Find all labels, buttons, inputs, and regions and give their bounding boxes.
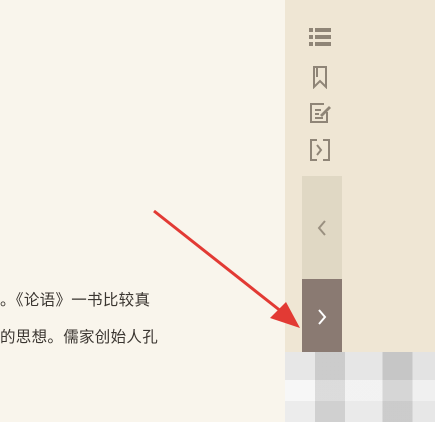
edit-note-icon[interactable] <box>308 101 332 125</box>
blurred-region <box>285 352 435 422</box>
list-icon[interactable] <box>308 25 332 49</box>
fit-width-icon[interactable] <box>308 138 332 162</box>
text-line: 。《论语》一书比较真 <box>0 291 151 309</box>
text-line: 的思想。儒家创始人孔 <box>0 328 159 346</box>
chevron-right-icon <box>318 309 327 325</box>
next-page-button[interactable] <box>302 279 342 355</box>
bookmark-icon[interactable] <box>308 65 332 89</box>
previous-page-button[interactable] <box>302 176 342 279</box>
chevron-left-icon <box>317 219 326 236</box>
reading-pane: 。《论语》一书比较真 的思想。儒家创始人孔 <box>0 0 285 422</box>
